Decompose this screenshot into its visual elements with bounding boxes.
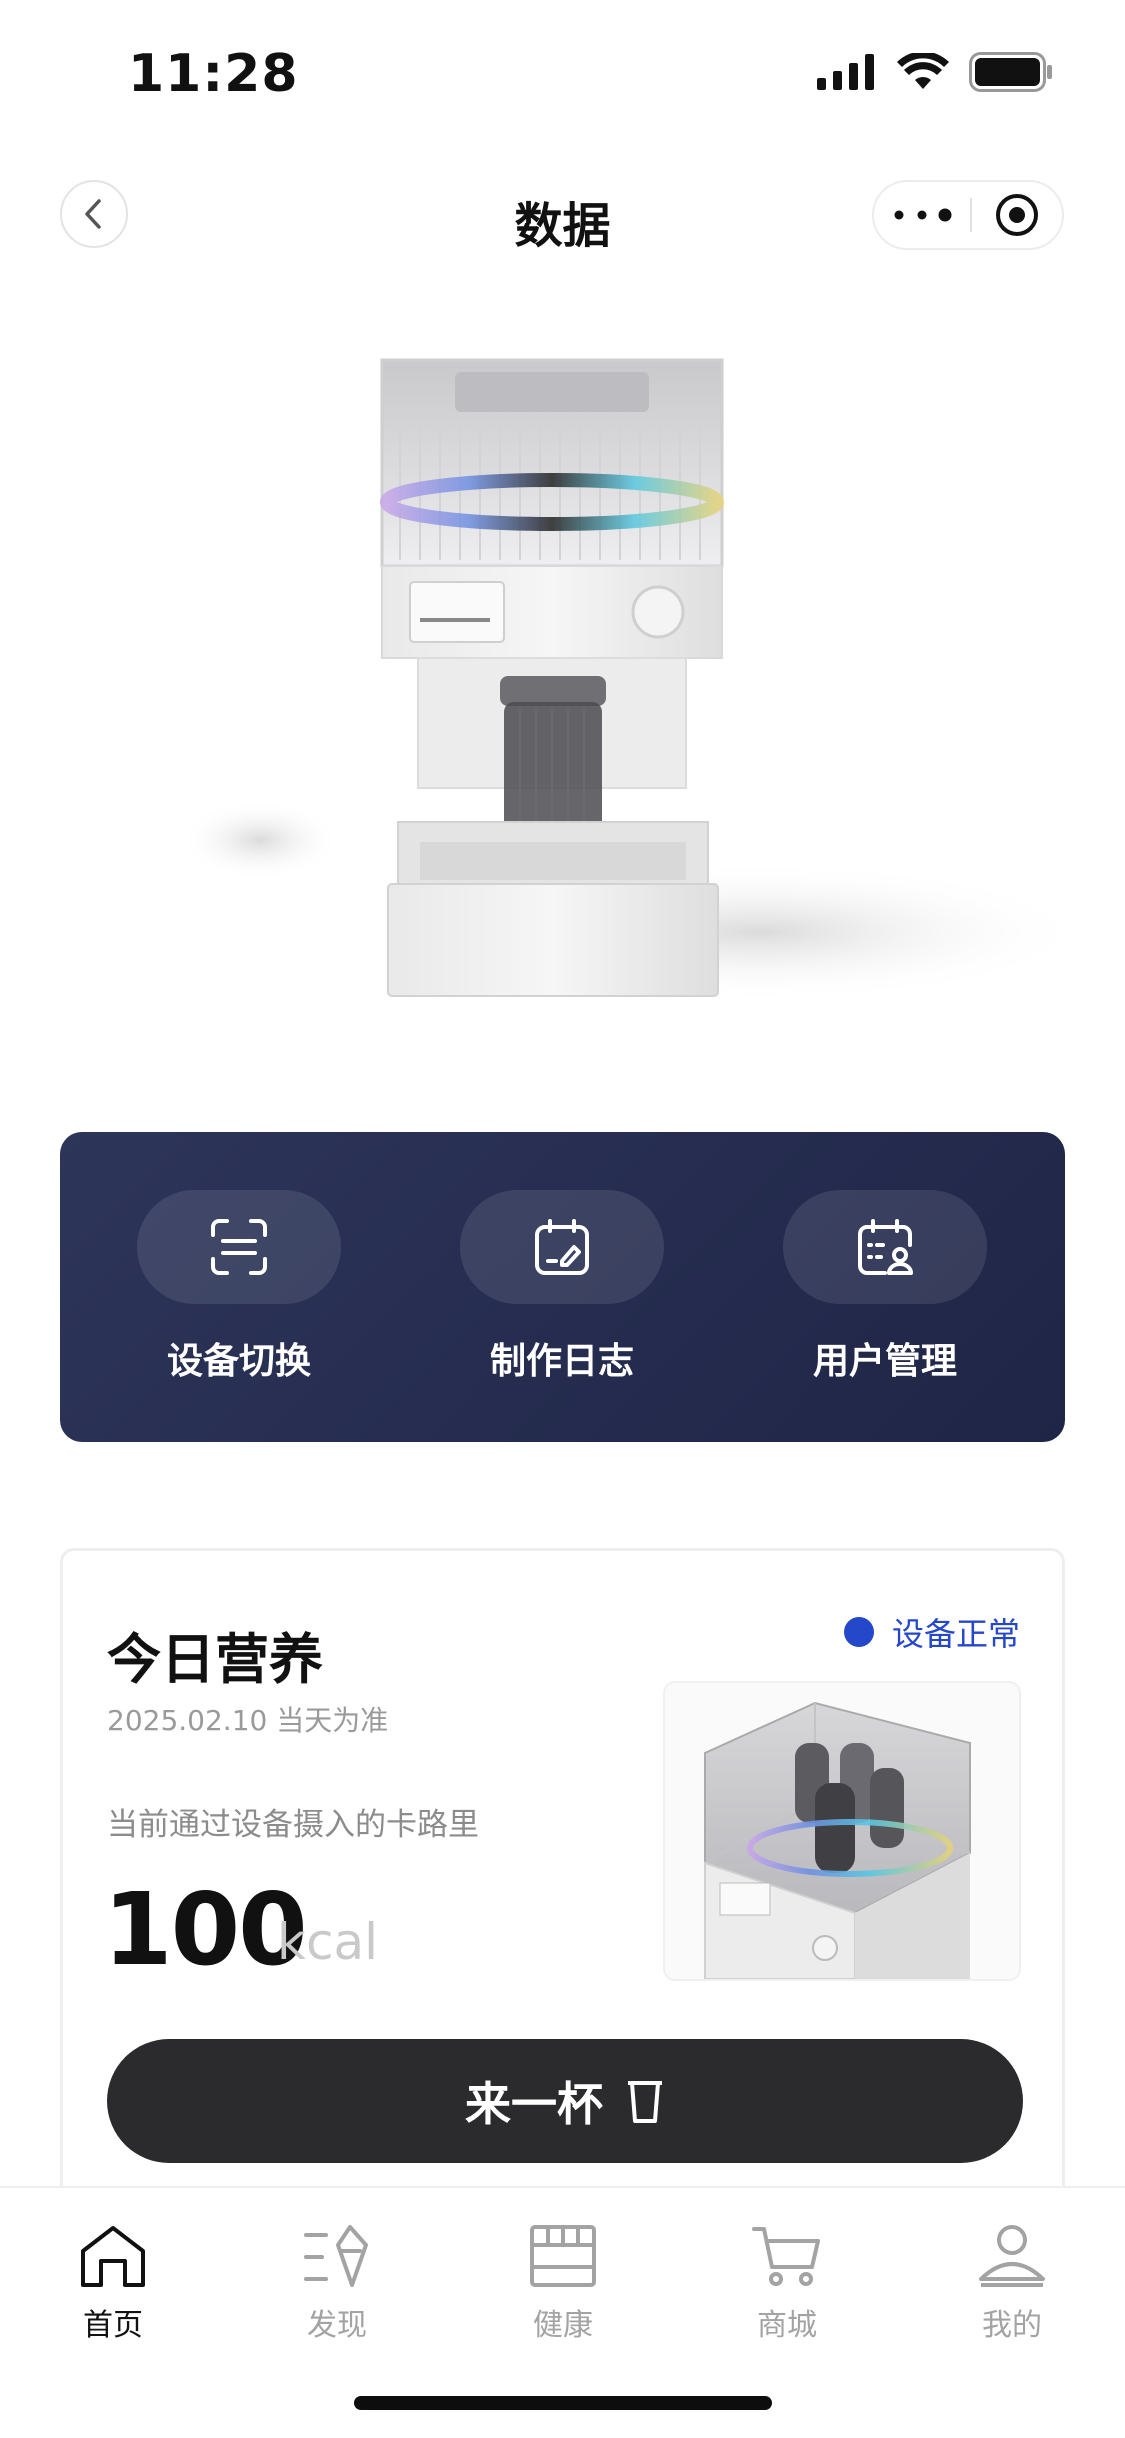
production-log-icon-wrap xyxy=(460,1190,664,1304)
nutrition-card: 今日营养 设备正常 2025.02.10 当天为准 当前通过设备摄入的卡路里 1… xyxy=(60,1548,1065,2268)
tab-shop-label: 商城 xyxy=(757,2308,817,2343)
device-hero-image xyxy=(0,320,1125,1080)
cup-icon xyxy=(628,2081,662,2123)
tab-discover-label: 发现 xyxy=(307,2308,367,2343)
close-miniprogram-button[interactable] xyxy=(972,192,1062,238)
wifi-icon xyxy=(897,51,949,95)
calendar-user-icon xyxy=(858,1219,913,1275)
user-profile-icon xyxy=(979,2225,1045,2287)
device-thumbnail-image xyxy=(663,1681,1021,1981)
status-time: 11:28 xyxy=(128,44,299,104)
calorie-unit: kcal xyxy=(277,1913,378,1971)
cart-icon xyxy=(752,2227,820,2286)
device-status-text: 设备正常 xyxy=(891,1615,1020,1653)
calendar-edit-icon xyxy=(535,1219,589,1275)
home-icon xyxy=(81,2226,145,2287)
more-dots-icon xyxy=(894,208,952,222)
production-log-button[interactable]: 制作日志 xyxy=(460,1190,664,1384)
user-management-icon-wrap xyxy=(783,1190,987,1304)
function-panel: 设备切换 制作日志 用户管理 xyxy=(60,1132,1065,1442)
user-management-label: 用户管理 xyxy=(812,1341,957,1382)
tab-health-label: 健康 xyxy=(533,2308,593,2343)
home-indicator[interactable] xyxy=(354,2396,772,2410)
tab-home[interactable]: 首页 xyxy=(38,2218,188,2344)
brew-button[interactable]: 来一杯 xyxy=(107,2039,1023,2163)
cellular-signal-icon xyxy=(817,54,877,94)
more-button[interactable] xyxy=(874,208,970,222)
status-icons xyxy=(817,51,1053,96)
tab-mine-label: 我的 xyxy=(982,2308,1042,2343)
mini-program-capsule xyxy=(872,180,1064,250)
card-date: 2025.02.10 当天为准 xyxy=(107,1704,389,1737)
device-status-badge: 设备正常 xyxy=(843,1609,1020,1655)
discover-pen-icon xyxy=(304,2225,368,2287)
card-title: 今日营养 xyxy=(107,1628,323,1691)
battery-icon xyxy=(969,52,1053,96)
tab-mine[interactable]: 我的 xyxy=(937,2218,1087,2344)
health-cabinet-icon xyxy=(530,2225,596,2287)
tab-health[interactable]: 健康 xyxy=(488,2218,638,2344)
tab-home-label: 首页 xyxy=(83,2308,143,2343)
user-management-button[interactable]: 用户管理 xyxy=(783,1190,987,1384)
calorie-value: 100 xyxy=(103,1871,308,1988)
tab-discover[interactable]: 发现 xyxy=(262,2218,412,2344)
status-dot-icon xyxy=(843,1617,874,1647)
tab-shop[interactable]: 商城 xyxy=(712,2218,862,2344)
brew-button-label: 来一杯 xyxy=(465,2077,603,2131)
device-switch-icon-wrap xyxy=(137,1190,341,1304)
target-circle-icon xyxy=(996,194,1038,236)
device-switch-label: 设备切换 xyxy=(166,1341,311,1382)
device-switch-button[interactable]: 设备切换 xyxy=(137,1190,341,1384)
scan-switch-icon xyxy=(211,1219,267,1275)
calorie-description: 当前通过设备摄入的卡路里 xyxy=(107,1807,479,1843)
production-log-label: 制作日志 xyxy=(489,1341,634,1382)
